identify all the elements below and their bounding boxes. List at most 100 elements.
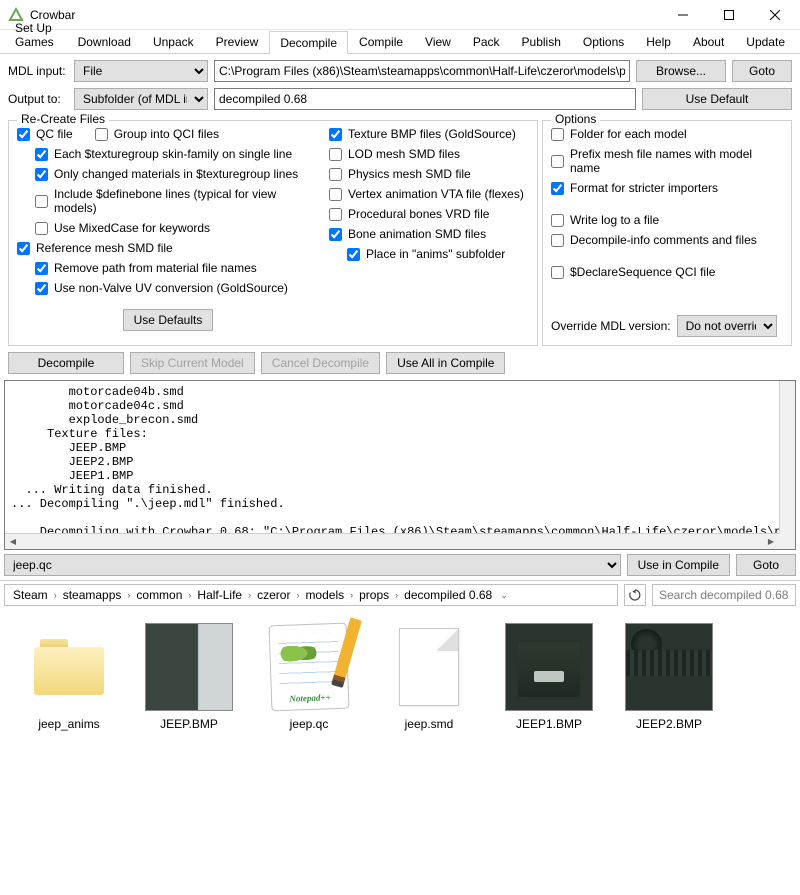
use-default-button[interactable]: Use Default	[642, 88, 792, 110]
breadcrumb-item[interactable]: steamapps	[59, 588, 126, 602]
decompile-info-checkbox[interactable]	[551, 234, 564, 247]
minimize-button[interactable]	[660, 0, 706, 30]
definebone-checkbox[interactable]	[35, 195, 48, 208]
browse-button[interactable]: Browse...	[636, 60, 726, 82]
use-all-compile-button[interactable]: Use All in Compile	[386, 352, 505, 374]
file-item[interactable]: jeep.qc	[264, 623, 354, 731]
mixedcase-checkbox[interactable]	[35, 222, 48, 235]
breadcrumb-item[interactable]: common	[132, 588, 186, 602]
title-bar: Crowbar	[0, 0, 800, 30]
recreate-legend: Re-Create Files	[17, 112, 109, 126]
override-select[interactable]: Do not override	[677, 315, 777, 337]
bmp-thumbnail-icon	[145, 623, 233, 711]
mdl-input-mode-select[interactable]: File	[74, 60, 208, 82]
tab-set-up-games[interactable]: Set Up Games	[4, 16, 67, 53]
prefix-mesh-checkbox[interactable]	[551, 155, 564, 168]
use-defaults-button[interactable]: Use Defaults	[123, 309, 214, 331]
bmp-thumbnail-icon	[625, 623, 713, 711]
log-scrollbar-horizontal[interactable]: ◀▶	[5, 533, 779, 549]
log-text[interactable]: motorcade04b.smd motorcade04c.smd explod…	[5, 381, 795, 541]
tab-unpack[interactable]: Unpack	[142, 30, 205, 53]
breadcrumb-item[interactable]: decompiled 0.68	[400, 588, 496, 602]
declare-seq-checkbox[interactable]	[551, 266, 564, 279]
search-box[interactable]: Search decompiled 0.68	[652, 584, 796, 606]
qc-file-checkbox[interactable]	[17, 128, 30, 141]
notepadpp-icon	[265, 623, 353, 711]
tab-compile[interactable]: Compile	[348, 30, 414, 53]
log-scrollbar-vertical[interactable]	[779, 381, 795, 533]
breadcrumb-item[interactable]: models	[301, 588, 348, 602]
output-to-label: Output to:	[8, 92, 68, 106]
maximize-button[interactable]	[706, 0, 752, 30]
bone-anim-checkbox[interactable]	[329, 228, 342, 241]
file-item[interactable]: jeep.smd	[384, 623, 474, 731]
texture-bmp-checkbox[interactable]	[329, 128, 342, 141]
file-item[interactable]: jeep_anims	[24, 623, 114, 731]
breadcrumb-item[interactable]: Half-Life	[193, 588, 246, 602]
breadcrumb-item[interactable]: czeror	[253, 588, 294, 602]
tab-pack[interactable]: Pack	[462, 30, 511, 53]
file-name-label: jeep.smd	[405, 717, 454, 731]
chevron-right-icon: ›	[52, 590, 59, 600]
mdl-input-path[interactable]	[214, 60, 630, 82]
remove-path-checkbox[interactable]	[35, 262, 48, 275]
main-tabs: Set Up GamesDownloadUnpackPreviewDecompi…	[0, 30, 800, 54]
scroll-right-icon[interactable]: ▶	[763, 534, 779, 549]
use-in-compile-button[interactable]: Use in Compile	[627, 554, 730, 576]
tab-about[interactable]: About	[682, 30, 735, 53]
compile-file-select[interactable]: jeep.qc	[4, 554, 621, 576]
tab-download[interactable]: Download	[67, 30, 142, 53]
tab-publish[interactable]: Publish	[511, 30, 572, 53]
window-title: Crowbar	[30, 8, 660, 22]
goto-compile-button[interactable]: Goto	[736, 554, 796, 576]
log-panel: motorcade04b.smd motorcade04c.smd explod…	[4, 380, 796, 550]
output-mode-select[interactable]: Subfolder (of MDL input)	[74, 88, 208, 110]
breadcrumb-item[interactable]: Steam	[9, 588, 52, 602]
vta-checkbox[interactable]	[329, 188, 342, 201]
breadcrumb-item[interactable]: props	[355, 588, 393, 602]
tab-preview[interactable]: Preview	[205, 30, 270, 53]
file-name-label: jeep_anims	[38, 717, 99, 731]
lod-mesh-checkbox[interactable]	[329, 148, 342, 161]
physics-mesh-checkbox[interactable]	[329, 168, 342, 181]
goto-mdl-button[interactable]: Goto	[732, 60, 792, 82]
chevron-right-icon: ›	[348, 590, 355, 600]
refmesh-checkbox[interactable]	[17, 242, 30, 255]
decompile-button[interactable]: Decompile	[8, 352, 124, 374]
nonvalve-uv-checkbox[interactable]	[35, 282, 48, 295]
mdl-input-label: MDL input:	[8, 64, 68, 78]
file-item[interactable]: JEEP2.BMP	[624, 623, 714, 731]
write-log-checkbox[interactable]	[551, 214, 564, 227]
folder-each-checkbox[interactable]	[551, 128, 564, 141]
chevron-right-icon: ›	[125, 590, 132, 600]
options-group: Options Folder for each model Prefix mes…	[542, 120, 792, 346]
place-anims-checkbox[interactable]	[347, 248, 360, 261]
override-label: Override MDL version:	[551, 319, 671, 333]
breadcrumb[interactable]: Steam›steamapps›common›Half-Life›czeror›…	[4, 584, 618, 606]
close-button[interactable]	[752, 0, 798, 30]
tab-decompile[interactable]: Decompile	[269, 31, 348, 54]
format-strict-checkbox[interactable]	[551, 182, 564, 195]
file-name-label: JEEP1.BMP	[516, 717, 582, 731]
refresh-icon	[629, 589, 641, 601]
vrd-checkbox[interactable]	[329, 208, 342, 221]
chevron-right-icon: ›	[246, 590, 253, 600]
file-item[interactable]: JEEP1.BMP	[504, 623, 594, 731]
refresh-button[interactable]	[624, 584, 646, 606]
tab-update[interactable]: Update	[735, 30, 796, 53]
chevron-right-icon: ›	[186, 590, 193, 600]
chevron-down-icon[interactable]: ⌄	[496, 590, 512, 601]
only-changed-checkbox[interactable]	[35, 168, 48, 181]
file-item[interactable]: JEEP.BMP	[144, 623, 234, 731]
tab-help[interactable]: Help	[635, 30, 682, 53]
file-name-label: jeep.qc	[290, 717, 329, 731]
scroll-left-icon[interactable]: ◀	[5, 534, 21, 549]
tab-options[interactable]: Options	[572, 30, 635, 53]
chevron-right-icon: ›	[393, 590, 400, 600]
texgroup-single-checkbox[interactable]	[35, 148, 48, 161]
output-folder-input[interactable]	[214, 88, 636, 110]
group-qci-checkbox[interactable]	[95, 128, 108, 141]
options-legend: Options	[551, 112, 600, 126]
blank-document-icon	[385, 623, 473, 711]
tab-view[interactable]: View	[414, 30, 462, 53]
